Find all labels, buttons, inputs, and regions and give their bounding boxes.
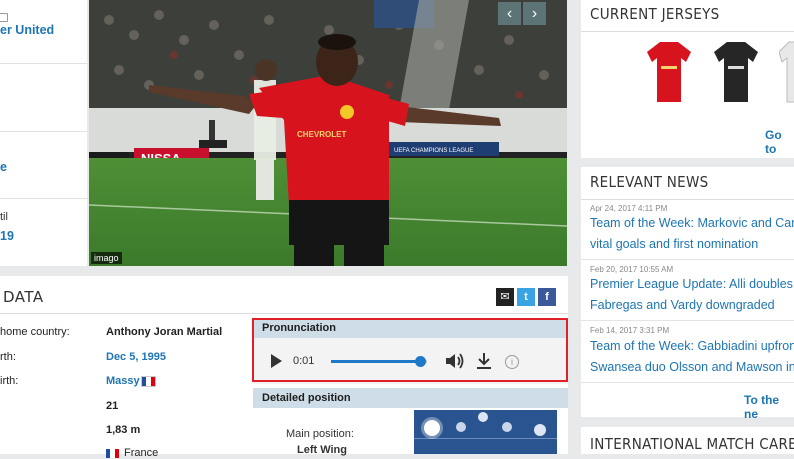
contract-value[interactable]: 19 [0,229,14,243]
news-date: Apr 24, 2017 4:11 PM [590,204,668,213]
data-section-title: DATA [3,288,44,306]
label-name: home country: [0,326,70,338]
mail-icon[interactable]: ✉ [496,288,514,306]
field-line [414,438,557,439]
position-marker [534,424,546,436]
divider [581,320,794,321]
detailed-position-header: Detailed position [253,388,568,408]
photo-credit: imago [91,252,122,264]
photo-scene: adidas NISSA UEFA CHAMPIONS LEAGUE CHEVR… [89,0,567,266]
club-link[interactable]: er United [0,23,54,37]
divider [581,199,794,200]
value-full-name: Anthony Joran Martial [106,326,223,338]
news-more-link[interactable]: To the ne [744,393,794,421]
photo-prev-button[interactable]: ‹ [498,2,521,25]
flag-icon [0,13,8,22]
info-row-3-link[interactable]: e [0,160,7,174]
banner-ucl: UEFA CHAMPIONS LEAGUE [394,148,473,154]
jerseys-more-link[interactable]: Go to [765,128,794,156]
position-field-diagram [414,410,557,454]
news-headline-line[interactable]: Premier League Update: Alli doubles his [590,275,794,294]
news-headline-line[interactable]: vital goals and first nomination [590,235,794,254]
international-title: INTERNATIONAL MATCH CAREE [590,435,794,453]
divider [581,259,794,260]
player-photo: adidas NISSA UEFA CHAMPIONS LEAGUE CHEVR… [89,0,567,266]
value-height: 1,83 m [106,424,141,436]
news-headline-line[interactable]: Swansea duo Olsson and Mawson in [590,358,794,377]
main-position-label: Main position: [286,428,354,440]
jerseys-title: CURRENT JERSEYS [590,5,720,23]
home-jersey-icon[interactable] [646,40,692,104]
value-age: 21 [106,400,119,412]
info-row-club: er United [0,0,87,64]
news-title: RELEVANT NEWS [590,173,709,191]
news-headline-line[interactable]: Fabregas and Vardy downgraded [590,296,794,315]
info-row-contract: til 19 [0,199,87,265]
label-birth-place: irth: [0,375,19,387]
main-position-value: Left Wing [297,444,347,456]
shirt-sponsor: CHEVROLET [297,130,346,139]
position-marker [478,412,488,422]
info-row-3: e [0,132,87,199]
value-citizenship: France [124,447,159,459]
value-birth-place-link[interactable]: Massy [106,375,140,387]
divider [0,313,568,314]
player-info-column: er United e til 19 [0,0,87,266]
value-birth-date-link[interactable]: Dec 5, 1995 [106,351,166,363]
international-career-panel: INTERNATIONAL MATCH CAREE [581,427,794,454]
relevant-news-panel: RELEVANT NEWS Apr 24, 2017 4:11 PM Team … [581,167,794,421]
france-flag-icon [141,376,156,387]
position-marker [502,422,512,432]
news-date: Feb 20, 2017 10:55 AM [590,265,674,274]
info-row-2 [0,64,87,132]
photo-next-button[interactable]: › [523,2,546,25]
news-headline-line[interactable]: Team of the Week: Markovic and Carroll [590,214,794,233]
news-date: Feb 14, 2017 3:31 PM [590,326,670,335]
pronunciation-highlight-box [252,318,568,382]
current-jerseys-panel: CURRENT JERSEYS Go to [581,0,794,158]
news-headline-line[interactable]: Team of the Week: Gabbiadini upfront - [590,337,794,356]
divider [581,31,794,32]
position-marker [456,422,466,432]
label-birth-date: rth: [0,351,16,363]
third-jersey-icon[interactable] [779,40,794,104]
divider [581,382,794,383]
away-jersey-icon[interactable] [713,40,759,104]
position-marker-left-wing [424,420,440,436]
twitter-icon[interactable]: t [517,288,535,306]
contract-label: til [0,211,8,223]
facebook-icon[interactable]: f [538,288,556,306]
